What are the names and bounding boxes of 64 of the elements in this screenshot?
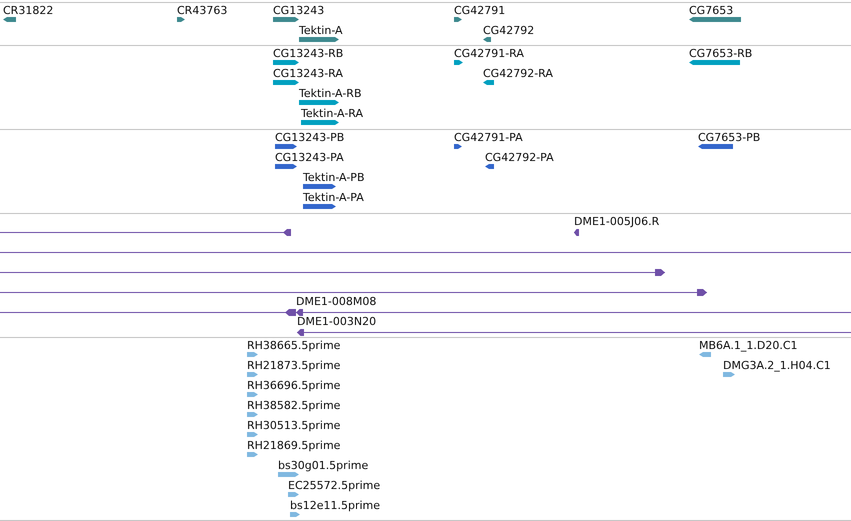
feature-label: CG13243-PA: [275, 151, 344, 164]
feature-label: Tektin-A-PB: [303, 171, 364, 184]
feature-label: CG42792: [483, 24, 534, 37]
feature-label: CG42791: [454, 4, 506, 17]
read-alignment[interactable]: [0, 269, 665, 276]
right-arrow-icon[interactable]: [273, 17, 299, 22]
right-arrow-icon[interactable]: [454, 17, 462, 22]
feature-label: RH38665.5prime: [247, 339, 340, 352]
feature-label: CG13243: [273, 4, 324, 17]
feature-label: CG13243-PB: [275, 131, 344, 144]
right-arrow-icon[interactable]: [275, 164, 297, 169]
right-arrow-icon[interactable]: [454, 144, 462, 149]
read-alignment[interactable]: [574, 229, 579, 236]
feature-label: CG7653-PB: [698, 131, 760, 144]
feature-label: Tektin-A-RA: [301, 107, 364, 120]
feature-label: bs30g01.5prime: [278, 459, 368, 472]
right-arrow-icon[interactable]: [303, 184, 336, 189]
read-label: DME1-008M08: [296, 295, 376, 308]
right-arrow-icon[interactable]: [273, 60, 299, 65]
feature-label: CG13243-RA: [273, 67, 343, 80]
left-arrow-icon[interactable]: [483, 37, 491, 42]
right-arrow-icon[interactable]: [299, 100, 339, 105]
read-alignment[interactable]: [0, 229, 291, 236]
feature-label: MB6A.1_1.D20.C1: [699, 339, 798, 352]
left-arrow-icon[interactable]: [689, 17, 741, 22]
read-alignment[interactable]: [0, 309, 296, 316]
feature-label: Tektin-A: [299, 24, 343, 37]
feature-label: RH36696.5prime: [247, 379, 340, 392]
feature-label: RH38582.5prime: [247, 399, 340, 412]
right-arrow-icon[interactable]: [303, 204, 336, 209]
feature-label: CG42791-PA: [454, 131, 523, 144]
feature-label: RH21873.5prime: [247, 359, 340, 372]
right-arrow-icon[interactable]: [177, 17, 185, 22]
feature-label: CG42792-PA: [485, 151, 554, 164]
feature-label: Tektin-A-PA: [303, 191, 364, 204]
right-arrow-icon[interactable]: [299, 37, 339, 42]
feature-label: Tektin-A-RB: [299, 87, 362, 100]
left-arrow-icon[interactable]: [483, 80, 494, 85]
feature-label: CG13243-RB: [273, 47, 344, 60]
feature-label: DMG3A.2_1.H04.C1: [723, 359, 831, 372]
read-alignment[interactable]: [0, 249, 851, 256]
feature-label: RH30513.5prime: [247, 419, 340, 432]
left-arrow-icon[interactable]: [689, 60, 740, 65]
left-arrow-icon[interactable]: [3, 17, 16, 22]
feature-label: CR43763: [177, 4, 228, 17]
feature-label: CG42792-RA: [483, 67, 553, 80]
feature-label: CG7653: [689, 4, 734, 17]
read-alignment[interactable]: [0, 289, 707, 296]
feature-label: CG7653-RB: [689, 47, 752, 60]
right-arrow-icon[interactable]: [273, 80, 299, 85]
feature-label: CG42791-RA: [454, 47, 524, 60]
left-arrow-icon[interactable]: [698, 144, 733, 149]
feature-label: CR31822: [3, 4, 54, 17]
feature-label: bs12e11.5prime: [290, 499, 380, 512]
read-label: DME1-003N20: [297, 315, 376, 328]
right-arrow-icon[interactable]: [454, 60, 463, 65]
right-arrow-icon[interactable]: [301, 120, 339, 125]
feature-label: RH21869.5prime: [247, 439, 340, 452]
read-alignment[interactable]: [296, 309, 851, 316]
feature-label: EC25572.5prime: [288, 479, 380, 492]
right-arrow-icon[interactable]: [275, 144, 297, 149]
read-alignment[interactable]: [297, 329, 851, 336]
read-label: DME1-005J06.R: [574, 215, 660, 228]
left-arrow-icon[interactable]: [485, 164, 494, 169]
